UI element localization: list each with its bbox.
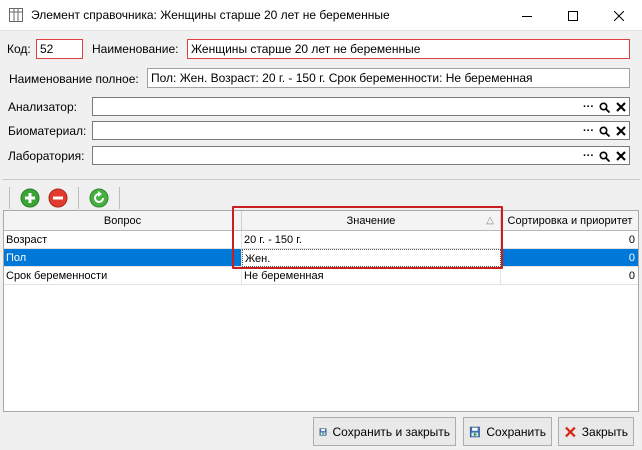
name-label: Наименование: [92,42,179,56]
toolbar-separator [78,187,79,209]
clear-icon[interactable] [614,149,627,164]
cell-priority[interactable]: 0 [501,249,638,267]
add-row-button[interactable] [19,187,41,209]
clear-icon[interactable] [614,100,627,115]
close-label: Закрыть [581,424,628,439]
close-x-icon [565,426,576,437]
cell-question: Пол [4,249,242,267]
grid-toolbar [6,185,123,211]
add-icon [20,188,40,208]
select-button[interactable]: ··· [582,149,595,164]
search-icon[interactable] [598,100,611,115]
close-button[interactable]: Закрыть [558,417,634,446]
code-label: Код: [7,42,31,56]
cell-value[interactable]: Не беременная [242,267,501,285]
fullname-field[interactable]: Пол: Жен. Возраст: 20 г. - 150 г. Срок б… [147,68,630,88]
minimize-button[interactable] [504,0,550,31]
select-button[interactable]: ··· [582,100,595,115]
remove-row-button[interactable] [47,187,69,209]
close-window-button[interactable] [596,0,642,31]
cell-question: Срок беременности [4,267,242,285]
search-icon[interactable] [598,149,611,164]
close-icon [614,10,624,21]
save-button[interactable]: Сохранить [463,417,552,446]
save-icon [469,426,480,437]
cell-priority[interactable]: 0 [501,231,638,249]
table-row[interactable]: Срок беременности Не беременная 0 [4,267,638,285]
save-label: Сохранить [486,424,546,439]
refresh-icon [89,188,109,208]
save-and-close-label: Сохранить и закрыть [332,424,450,439]
column-header-priority[interactable]: Сортировка и приоритет [501,211,638,231]
table-icon [9,8,23,22]
analyzer-field[interactable]: ··· [92,97,630,116]
divider [2,179,640,180]
cell-priority[interactable]: 0 [501,267,638,285]
maximize-icon [568,10,578,21]
analyzer-label: Анализатор: [8,100,77,114]
laboratory-label: Лаборатория: [8,149,85,163]
toolbar-separator [9,187,10,209]
remove-icon [48,188,68,208]
refresh-button[interactable] [88,187,110,209]
code-field[interactable]: 52 [36,39,83,59]
save-close-icon [319,427,327,436]
search-icon[interactable] [598,124,611,139]
cell-question: Возраст [4,231,242,249]
maximize-button[interactable] [550,0,596,31]
column-header-question[interactable]: Вопрос [4,211,242,231]
biomaterial-field[interactable]: ··· [92,121,630,140]
biomaterial-label: Биоматериал: [8,124,87,138]
clear-icon[interactable] [614,124,627,139]
fullname-label: Наименование полное: [9,72,139,86]
toolbar-separator [119,187,120,209]
minimize-icon [522,15,532,17]
highlight-annotation [232,206,503,269]
select-button[interactable]: ··· [582,124,595,139]
save-and-close-button[interactable]: Сохранить и закрыть [313,417,456,446]
window-title: Элемент справочника: Женщины старше 20 л… [31,8,390,22]
name-field[interactable]: Женщины старше 20 лет не беременные [187,39,630,59]
laboratory-field[interactable]: ··· [92,146,630,165]
